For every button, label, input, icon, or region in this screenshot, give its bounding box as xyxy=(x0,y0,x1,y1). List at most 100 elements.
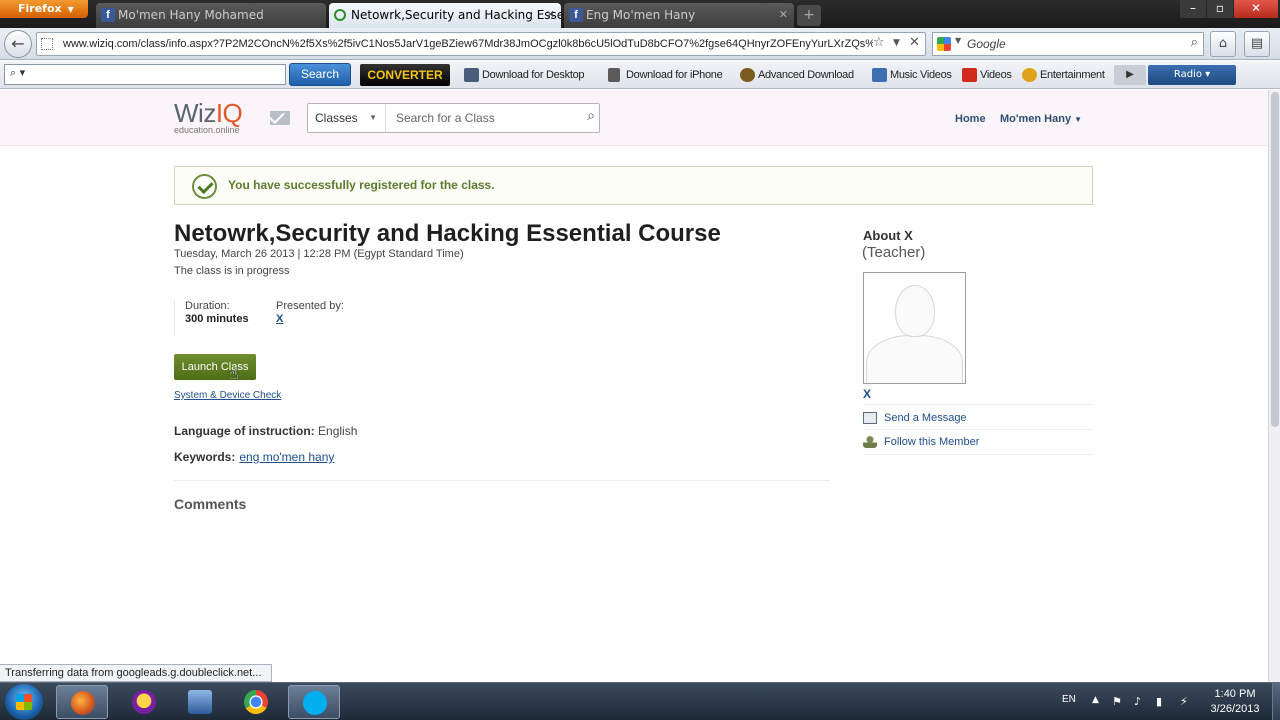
volume-icon[interactable]: ♪ xyxy=(1134,695,1141,708)
nav-home-link[interactable]: Home xyxy=(955,113,986,125)
clock-date: 3/26/2013 xyxy=(1210,703,1260,715)
duration-value: 300 minutes xyxy=(185,313,249,325)
system-clock[interactable]: 1:40 PM 3/26/2013 xyxy=(1200,687,1270,717)
duration-label: Duration: xyxy=(185,300,230,312)
toolbar-music-videos[interactable]: Music Videos xyxy=(872,64,952,86)
toolbar-advanced-download[interactable]: Advanced Download xyxy=(740,64,854,86)
star-icon xyxy=(1022,68,1037,82)
taskbar-firefox[interactable] xyxy=(56,685,108,719)
toolbar-item-label: Download for Desktop xyxy=(482,69,585,81)
chevron-down-icon: ▼ xyxy=(1074,115,1082,124)
chrome-icon xyxy=(244,690,268,714)
scrollbar-thumb[interactable] xyxy=(1271,92,1279,427)
class-search-input[interactable]: Search for a Class xyxy=(396,104,495,132)
taskbar-network[interactable] xyxy=(174,685,226,719)
teacher-role: (Teacher) xyxy=(862,244,926,261)
firefox-menu-button[interactable]: Firefox ▼ xyxy=(0,0,88,18)
page-scrollbar[interactable] xyxy=(1268,90,1280,682)
nav-user-menu[interactable]: Mo'men Hany ▼ xyxy=(1000,113,1082,125)
browser-search-field[interactable]: ▼ Google ⌕ xyxy=(932,32,1204,56)
tab-course[interactable]: Netowrk,Security and Hacking Essent... ✕ xyxy=(329,3,561,28)
iphone-icon xyxy=(608,68,620,82)
start-button[interactable] xyxy=(5,684,43,720)
toolbar-download-iphone[interactable]: Download for iPhone xyxy=(608,64,723,86)
language-value: English xyxy=(318,424,358,438)
tab-label: Eng Mo'men Hany xyxy=(586,8,696,22)
maximize-button[interactable]: ▫ xyxy=(1207,0,1233,18)
taskbar-skype[interactable] xyxy=(288,685,340,719)
address-bar[interactable]: www.wiziq.com/class/info.aspx?7P2M2COncN… xyxy=(36,32,926,56)
tab-eng-momen-hany[interactable]: f Eng Mo'men Hany ✕ xyxy=(564,3,794,28)
success-message: You have successfully registered for the… xyxy=(228,178,495,192)
class-search: Classes ▼ Search for a Class ⌕ xyxy=(307,103,600,133)
send-message-link[interactable]: Send a Message xyxy=(863,411,967,425)
close-icon[interactable]: ✕ xyxy=(546,3,555,27)
keyword-link[interactable]: eng mo'men hany xyxy=(239,450,334,464)
history-dropdown-icon[interactable]: ▼ xyxy=(893,38,900,48)
back-button[interactable]: ← xyxy=(4,30,32,58)
action-center-icon[interactable]: ⚑ xyxy=(1112,695,1122,708)
keywords-row: Keywords: eng mo'men hany xyxy=(174,450,334,464)
taskbar-chrome[interactable] xyxy=(230,685,282,719)
show-desktop-button[interactable] xyxy=(1272,683,1280,720)
search-icon[interactable]: ⌕ xyxy=(587,108,595,124)
facebook-icon: f xyxy=(569,8,583,22)
music-note-icon xyxy=(872,68,887,82)
wiziq-logo[interactable]: WizIQ education.online xyxy=(174,100,243,135)
yahoo-messenger-icon xyxy=(132,690,156,714)
hand-cursor-icon: ☝ xyxy=(229,364,239,383)
power-icon[interactable]: ⚡ xyxy=(1180,695,1188,708)
language-indicator[interactable]: EN xyxy=(1062,694,1076,705)
search-icon[interactable]: ⌕ xyxy=(1191,35,1198,50)
follow-label: Follow this Member xyxy=(884,436,980,448)
chevron-down-icon[interactable]: ▼ xyxy=(955,36,961,45)
toolbar-download-desktop[interactable]: Download for Desktop xyxy=(464,64,585,86)
google-icon[interactable] xyxy=(937,37,951,51)
menu-button[interactable]: ▤ xyxy=(1244,31,1270,57)
radio-dropdown[interactable]: Radio ▾ xyxy=(1148,65,1236,85)
navigation-bar: ← www.wiziq.com/class/info.aspx?7P2M2COn… xyxy=(0,28,1280,60)
network-signal-icon[interactable]: ▮ xyxy=(1156,695,1162,708)
toolbar-search-input[interactable]: ⌕ ▾ xyxy=(4,64,286,85)
page-viewport: WizIQ education.online Classes ▼ Search f… xyxy=(0,90,1268,682)
about-teacher-heading: About X xyxy=(863,228,913,243)
user-name: Mo'men Hany xyxy=(1000,113,1072,125)
close-icon[interactable]: ✕ xyxy=(779,3,788,27)
toolbar-item-label: Entertainment xyxy=(1040,69,1105,81)
toolbar-videos[interactable]: Videos xyxy=(962,64,1012,86)
toolbar-item-label: Videos xyxy=(980,69,1012,81)
tab-momen-hany-mohamed[interactable]: f Mo'men Hany Mohamed xyxy=(96,3,326,28)
page-title: Netowrk,Security and Hacking Essential C… xyxy=(174,220,721,247)
checkmark-icon xyxy=(192,174,217,199)
follow-member-link[interactable]: Follow this Member xyxy=(863,435,979,449)
teacher-name-link[interactable]: X xyxy=(863,387,871,401)
language-row: Language of instruction: English xyxy=(174,424,357,438)
search-category-select[interactable]: Classes ▼ xyxy=(308,104,386,132)
video-converter-logo[interactable]: CONVERTER xyxy=(360,64,450,86)
launch-class-button[interactable]: Launch Class xyxy=(174,354,256,380)
comments-heading: Comments xyxy=(174,496,247,512)
browser-titlebar: Firefox ▼ f Mo'men Hany Mohamed Netowrk,S… xyxy=(0,0,1280,28)
window-close-button[interactable]: ✕ xyxy=(1234,0,1278,18)
radio-play-icon[interactable]: ▶ xyxy=(1114,65,1146,85)
stop-icon[interactable]: ✕ xyxy=(909,35,920,50)
avatar[interactable] xyxy=(863,272,966,384)
site-identity-icon[interactable] xyxy=(41,38,53,50)
bookmark-star-icon[interactable]: ☆ xyxy=(873,35,885,50)
presenter-label: Presented by: xyxy=(276,300,344,312)
toolbar-search-button[interactable]: Search xyxy=(289,63,351,86)
toolbar-entertainment[interactable]: Entertainment xyxy=(1022,64,1105,86)
system-device-check-link[interactable]: System & Device Check xyxy=(174,390,281,401)
taskbar-yahoo-messenger[interactable] xyxy=(118,685,170,719)
course-status: The class is in progress xyxy=(174,265,290,277)
radio-label: Radio xyxy=(1173,69,1202,80)
chevron-down-icon: ▼ xyxy=(369,113,377,122)
minimize-button[interactable]: – xyxy=(1180,0,1206,18)
show-hidden-icons[interactable]: ▲ xyxy=(1092,695,1099,705)
computer-icon xyxy=(188,690,212,714)
home-button[interactable]: ⌂ xyxy=(1210,31,1236,57)
url-text[interactable]: www.wiziq.com/class/info.aspx?7P2M2COncN… xyxy=(63,33,873,55)
presenter-link[interactable]: X xyxy=(276,313,344,325)
mail-icon[interactable] xyxy=(270,111,290,125)
new-tab-button[interactable]: + xyxy=(797,5,821,26)
